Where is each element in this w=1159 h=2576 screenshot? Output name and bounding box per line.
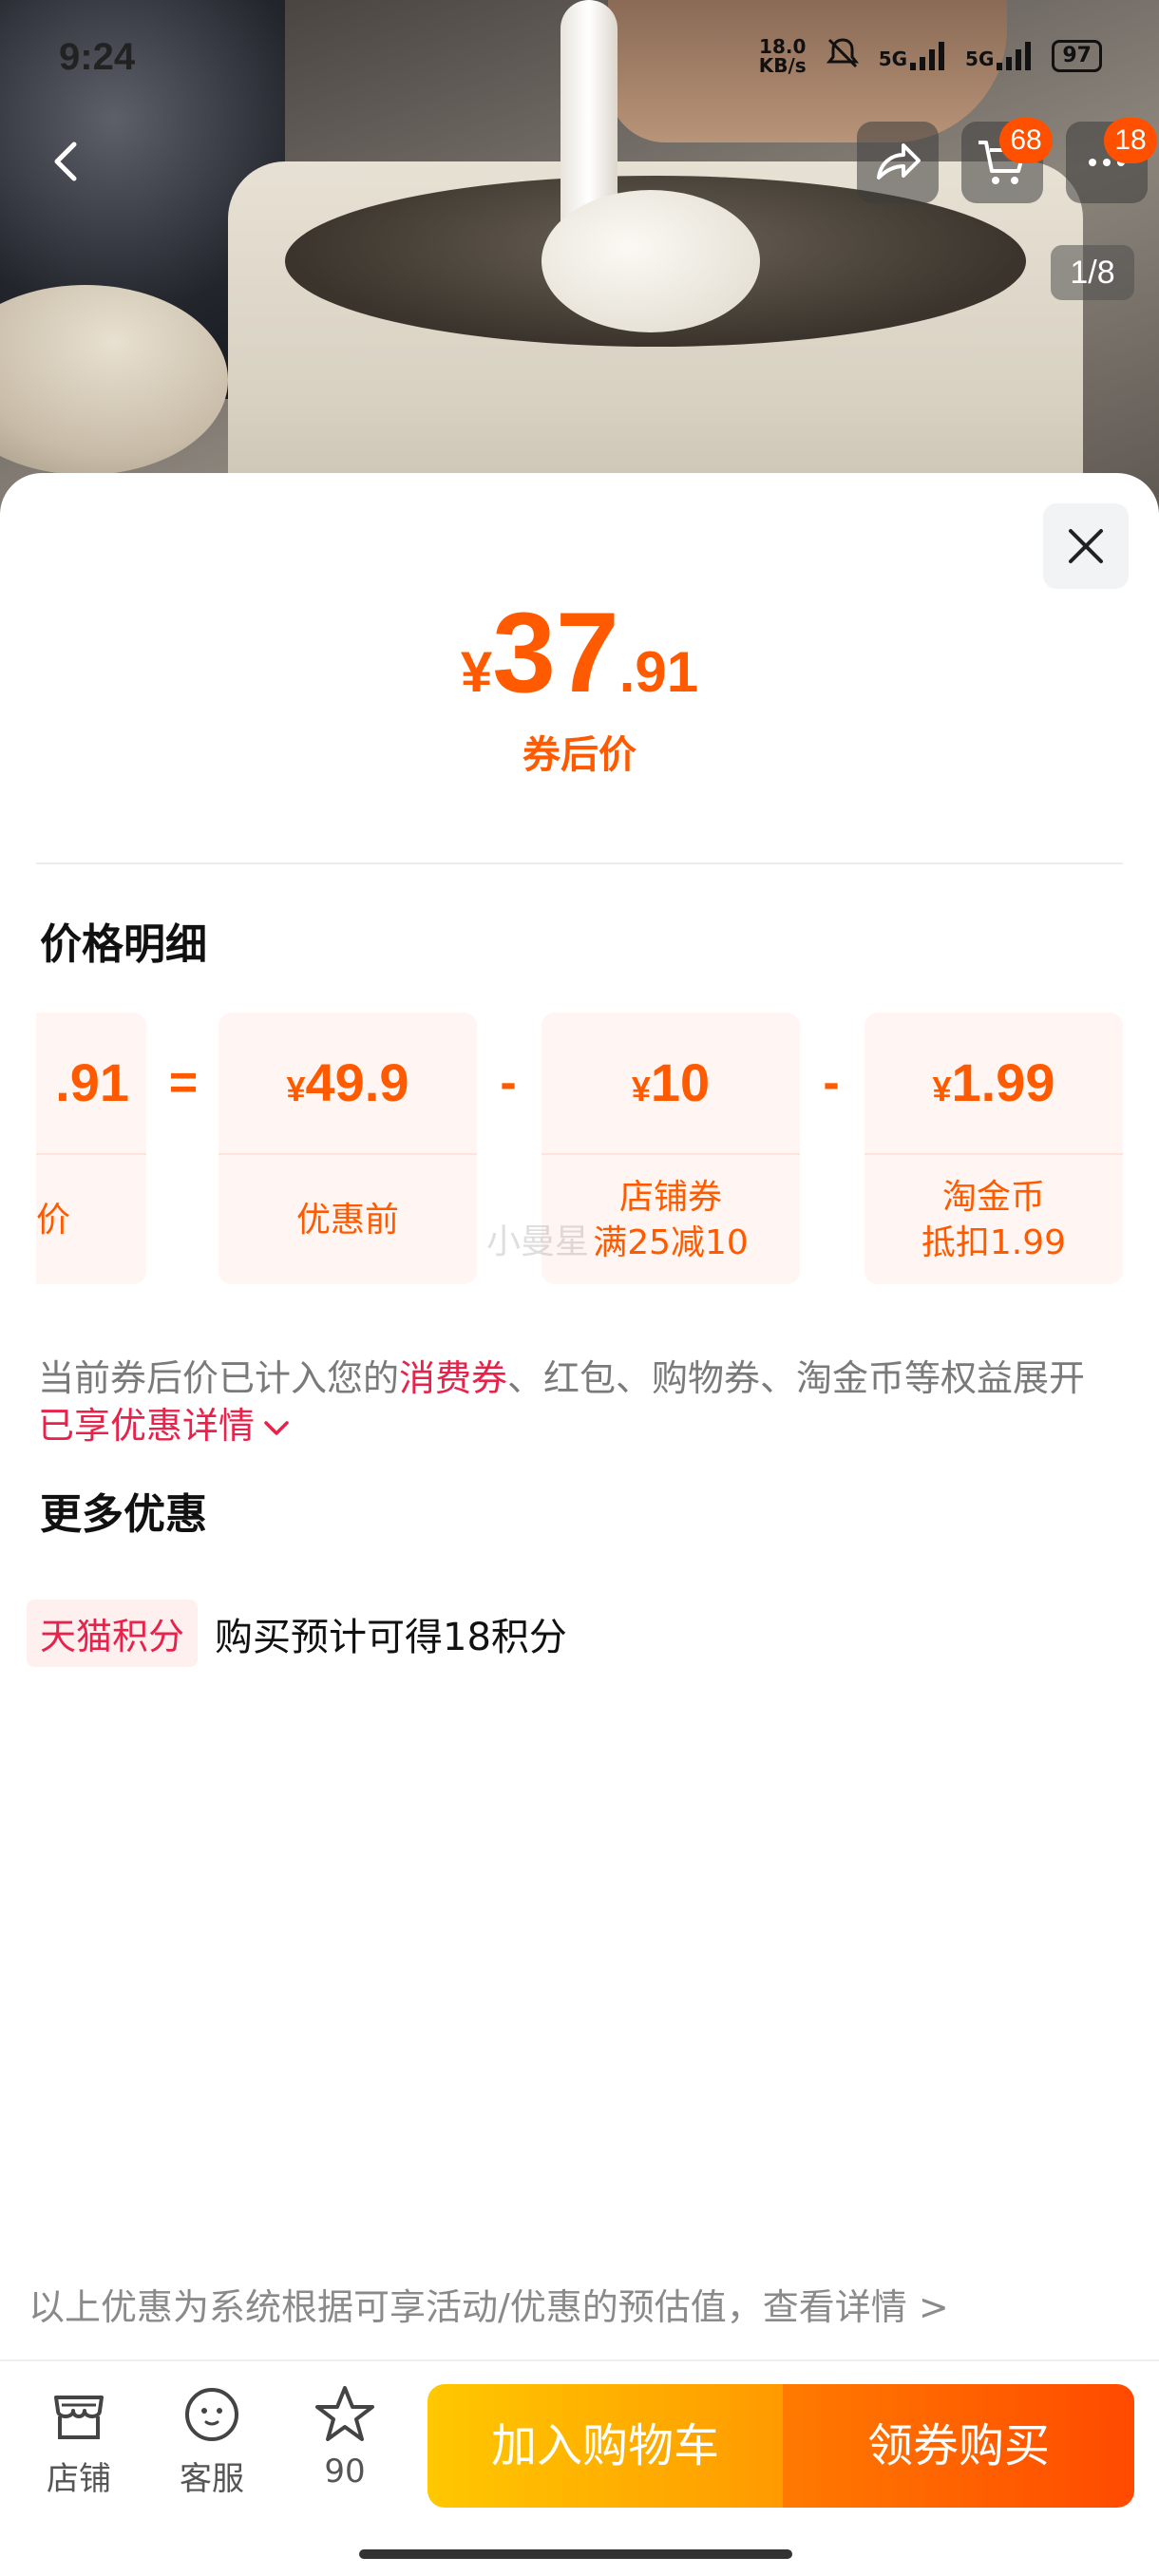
signal-icon-1: 5G xyxy=(879,42,948,70)
divider xyxy=(36,862,1123,864)
breakdown-card-final: .91 价 xyxy=(36,1013,146,1284)
image-page-indicator: 1/8 xyxy=(1051,245,1134,300)
note-text-1: 当前券后价已计入您的 xyxy=(38,1357,400,1399)
status-bar: 9:24 18.0 KB/s 5G 5G 97 xyxy=(0,0,1159,104)
final-price-value: ¥37.91 xyxy=(0,587,1159,718)
customer-service-icon xyxy=(185,2388,238,2441)
breakdown-original-label: 优惠前 xyxy=(295,1201,399,1240)
tmall-points-row: 天猫积分 购买预计可得18积分 xyxy=(27,1600,567,1667)
breakdown-coins-value: 1.99 xyxy=(951,1052,1055,1112)
header-actions: 68 18 xyxy=(857,118,1157,203)
estimate-disclaimer-link[interactable]: 以上优惠为系统根据可享活动/优惠的预估值，查看详情 > xyxy=(28,2278,949,2330)
note-text-2: 、红包、购物券、淘金币等权益展开 xyxy=(507,1357,1086,1399)
breakdown-coins-desc: 淘金币 抵扣1.99 xyxy=(864,1155,1123,1284)
more-offers-title: 更多优惠 xyxy=(40,1490,207,1539)
customer-service-button[interactable]: 客服 xyxy=(160,2384,264,2499)
store-button[interactable]: 店铺 xyxy=(27,2384,131,2499)
chevron-left-icon xyxy=(54,142,77,181)
breakdown-coupon-rule: 满25减10 xyxy=(593,1223,749,1262)
price-detail-sheet: ¥37.91 券后价 价格明细 .91 价 = ¥49.9 优惠前 - ¥10 … xyxy=(0,473,1159,2576)
signal-2-label: 5G xyxy=(965,47,995,70)
breakdown-original-amount: ¥49.9 xyxy=(218,1013,477,1155)
close-icon xyxy=(1069,529,1103,563)
net-speed-value: 18.0 xyxy=(759,35,807,58)
price-breakdown-title: 价格明细 xyxy=(40,920,207,969)
benefit-note: 当前券后价已计入您的消费券、红包、购物券、淘金币等权益展开已享优惠详情 xyxy=(38,1354,1121,1449)
price-integer: 37 xyxy=(492,589,619,716)
watermark: 小曼星 xyxy=(486,1222,590,1261)
price-decimal: .91 xyxy=(618,640,699,704)
store-label: 店铺 xyxy=(47,2460,111,2498)
breakdown-original-desc: 优惠前 xyxy=(218,1155,477,1284)
tmall-points-text: 购买预计可得18积分 xyxy=(215,1615,567,1659)
favorite-button[interactable]: 90 xyxy=(293,2384,397,2491)
breakdown-original-value: 49.9 xyxy=(305,1052,409,1112)
photo-spoon-head xyxy=(542,190,760,332)
net-speed: 18.0 KB/s xyxy=(759,37,807,75)
cart-button[interactable]: 68 xyxy=(961,118,1053,203)
chevron-down-icon xyxy=(264,1420,289,1435)
status-icons: 18.0 KB/s 5G 5G 97 xyxy=(759,34,1102,78)
bottom-bar-divider xyxy=(0,2359,1159,2361)
price-currency: ¥ xyxy=(460,640,493,704)
claim-coupon-buy-button[interactable]: 领券购买 xyxy=(783,2384,1134,2508)
breakdown-coins-yen: ¥ xyxy=(932,1070,952,1108)
net-speed-unit: KB/s xyxy=(758,54,807,77)
signal-icon-2: 5G xyxy=(965,42,1035,70)
tmall-points-tag: 天猫积分 xyxy=(27,1600,199,1667)
minus-sign-2: - xyxy=(823,1055,840,1110)
breakdown-final-amount: .91 xyxy=(36,1013,146,1155)
breakdown-card-coins: ¥1.99 淘金币 抵扣1.99 xyxy=(864,1013,1123,1284)
breakdown-coupon-label: 店铺券 xyxy=(618,1178,722,1217)
breakdown-final-label: 价 xyxy=(36,1155,146,1284)
final-price: ¥37.91 券后价 xyxy=(0,587,1159,779)
share-button[interactable] xyxy=(857,122,939,203)
more-badge: 18 xyxy=(1104,118,1157,163)
breakdown-coupon-value: 10 xyxy=(650,1052,711,1112)
add-to-cart-button[interactable]: 加入购物车 xyxy=(428,2384,783,2508)
customer-service-label: 客服 xyxy=(180,2460,244,2498)
breakdown-final-label-text: 价 xyxy=(36,1201,71,1240)
minus-sign-1: - xyxy=(500,1055,517,1110)
discount-details-label: 已享优惠详情 xyxy=(38,1405,256,1447)
battery-icon: 97 xyxy=(1052,40,1102,72)
share-icon xyxy=(877,143,921,180)
cart-badge: 68 xyxy=(999,118,1053,163)
star-icon xyxy=(315,2386,374,2441)
breakdown-card-original: ¥49.9 优惠前 xyxy=(218,1013,477,1284)
breakdown-coupon-amount: ¥10 xyxy=(542,1013,800,1155)
breakdown-original-yen: ¥ xyxy=(286,1070,306,1108)
breakdown-coins-rule: 抵扣1.99 xyxy=(921,1223,1067,1262)
breakdown-coins-amount: ¥1.99 xyxy=(864,1013,1123,1155)
close-button[interactable] xyxy=(1043,503,1129,589)
status-time: 9:24 xyxy=(59,36,136,78)
final-price-label: 券后价 xyxy=(522,733,636,777)
store-icon xyxy=(54,2396,104,2439)
equals-sign: = xyxy=(168,1055,199,1110)
breakdown-coupon-yen: ¥ xyxy=(631,1070,651,1108)
mute-icon xyxy=(824,34,862,78)
breakdown-coins-label: 淘金币 xyxy=(941,1178,1045,1217)
signal-1-label: 5G xyxy=(878,47,908,70)
home-indicator[interactable] xyxy=(359,2549,792,2559)
more-button[interactable]: 18 xyxy=(1066,118,1157,203)
back-button[interactable] xyxy=(38,133,95,190)
favorite-count: 90 xyxy=(324,2453,366,2491)
consumption-coupon-link[interactable]: 消费券 xyxy=(399,1357,507,1399)
discount-details-toggle[interactable]: 已享优惠详情 xyxy=(38,1405,291,1447)
